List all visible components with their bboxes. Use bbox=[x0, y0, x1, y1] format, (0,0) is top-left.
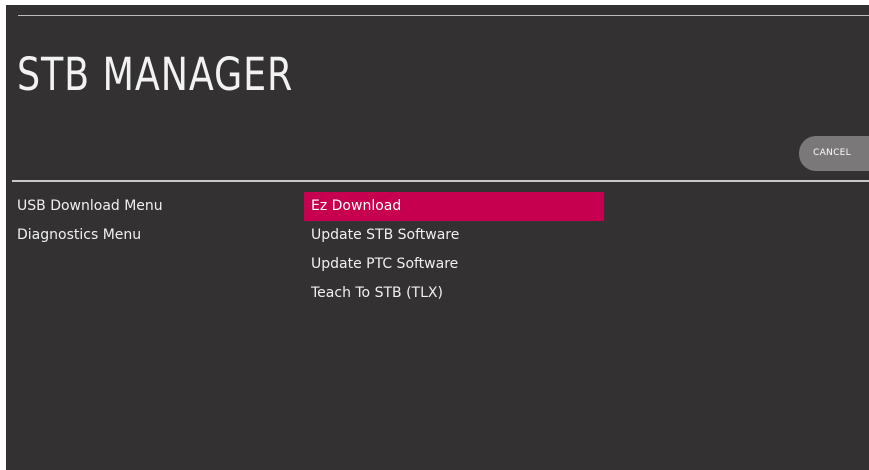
menu-item-usb-download[interactable]: USB Download Menu bbox=[12, 192, 282, 221]
top-divider bbox=[18, 15, 869, 16]
cancel-button[interactable]: CANCEL bbox=[799, 136, 869, 171]
submenu-item-update-ptc-software[interactable]: Update PTC Software bbox=[304, 250, 604, 279]
stb-manager-screen: STB MANAGER CANCEL USB Download Menu Dia… bbox=[6, 5, 869, 470]
submenu-item-teach-to-stb[interactable]: Teach To STB (TLX) bbox=[304, 279, 604, 308]
page-title: STB MANAGER bbox=[17, 48, 294, 101]
menu-item-diagnostics[interactable]: Diagnostics Menu bbox=[12, 221, 282, 250]
category-menu: USB Download Menu Diagnostics Menu bbox=[12, 192, 282, 250]
submenu: Ez Download Update STB Software Update P… bbox=[304, 192, 604, 308]
submenu-item-update-stb-software[interactable]: Update STB Software bbox=[304, 221, 604, 250]
submenu-item-ez-download[interactable]: Ez Download bbox=[304, 192, 604, 221]
header-divider bbox=[12, 180, 869, 182]
